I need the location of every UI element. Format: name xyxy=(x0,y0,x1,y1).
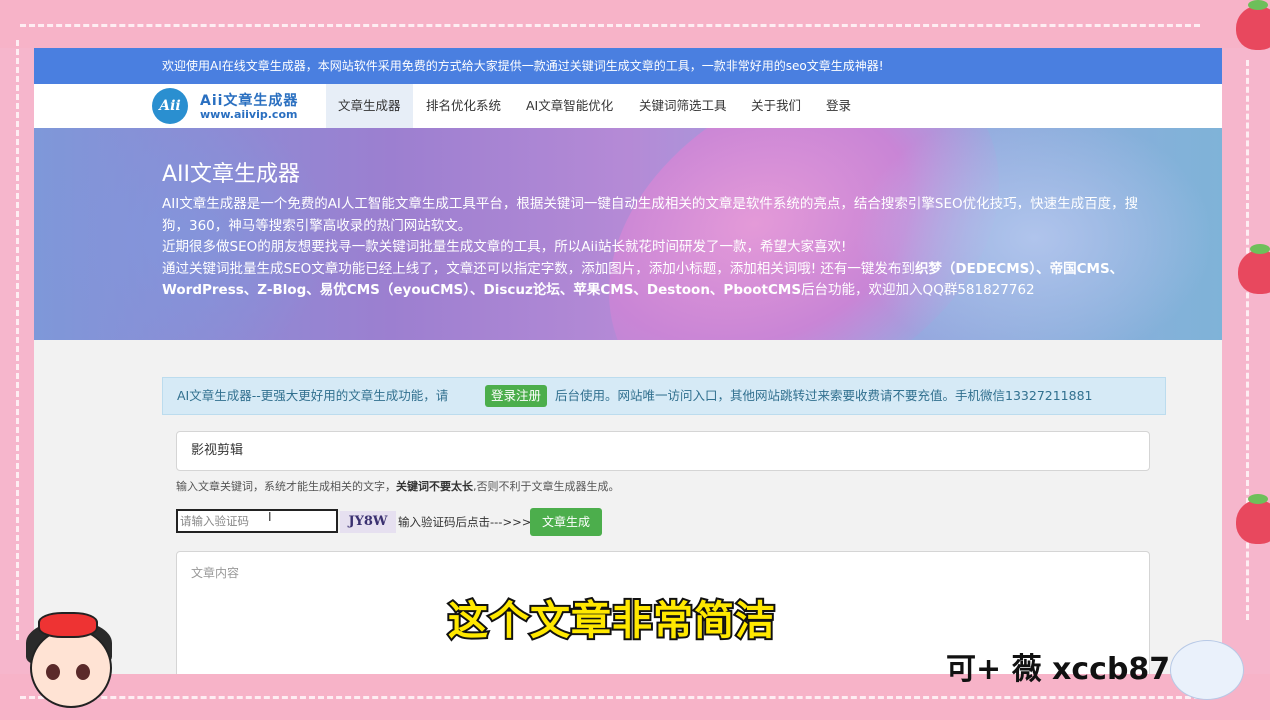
notice-alert: AI文章生成器--更强大更好用的文章生成功能，请 登录注册 后台使用。网站唯一访… xyxy=(162,377,1166,415)
hero-title: AII文章生成器 xyxy=(162,162,301,187)
site-logo-icon[interactable]: Aii xyxy=(152,88,188,124)
login-register-button[interactable]: 登录注册 xyxy=(485,385,548,407)
site-logo-title[interactable]: Aii文章生成器 xyxy=(200,90,298,110)
video-caption: 这个文章非常简洁 xyxy=(446,596,777,646)
main-navbar: Aii Aii文章生成器 www.aiivip.com 文章生成器 排名优化系统… xyxy=(34,84,1222,128)
text-cursor-icon: I xyxy=(268,510,272,524)
stitch-decoration xyxy=(20,696,1200,699)
notice-text-after: 后台使用。网站唯一访问入口，其他网站跳转过来索要收费请不要充值。手机微信1332… xyxy=(555,388,1093,403)
nav-item-login[interactable]: 登录 xyxy=(814,84,863,128)
browser-viewport: 欢迎使用AI在线文章生成器，本网站软件采用免费的方式给大家提供一款通过关键词生成… xyxy=(34,48,1222,674)
nav-item-keyword-tool[interactable]: 关键词筛选工具 xyxy=(627,84,739,128)
hero-paragraph-1: AII文章生成器是一个免费的AI人工智能文章生成工具平台，根据关键词一键自动生成… xyxy=(162,196,1139,234)
stitch-decoration xyxy=(20,24,1200,27)
hint-prefix: 输入文章关键词，系统才能生成相关的文字， xyxy=(176,480,396,493)
hero-p3-suffix: 后台功能，欢迎加入QQ群581827762 xyxy=(801,282,1035,298)
strawberry-icon xyxy=(1236,494,1270,544)
nav-item-article-generator[interactable]: 文章生成器 xyxy=(326,84,413,128)
hero-description: AII文章生成器是一个免费的AI人工智能文章生成工具平台，根据关键词一键自动生成… xyxy=(162,194,1162,302)
stitch-decoration xyxy=(16,40,19,640)
notice-text-before: AI文章生成器--更强大更好用的文章生成功能，请 xyxy=(177,388,449,403)
hint-bold: 关键词不要太长 xyxy=(396,480,473,493)
red-bow-icon xyxy=(38,612,98,638)
girl-eye xyxy=(46,664,60,680)
nav-item-ai-optimize[interactable]: AI文章智能优化 xyxy=(514,84,625,128)
captcha-input[interactable]: 请输入验证码 xyxy=(176,509,338,533)
strawberry-icon xyxy=(1238,244,1270,294)
hero-paragraph-2: 近期很多做SEO的朋友想要找寻一款关键词批量生成文章的工具，所以Aii站长就花时… xyxy=(162,239,847,255)
welcome-text: 欢迎使用AI在线文章生成器，本网站软件采用免费的方式给大家提供一款通过关键词生成… xyxy=(162,59,884,73)
hero-p3-prefix: 通过关键词批量生成SEO文章功能已经上线了，文章还可以指定字数，添加图片，添加小… xyxy=(162,260,915,277)
site-logo-domain[interactable]: www.aiivip.com xyxy=(200,108,297,121)
hint-suffix: ,否则不利于文章生成器生成。 xyxy=(473,480,620,493)
nav-item-ranking-system[interactable]: 排名优化系统 xyxy=(414,84,513,128)
hero-paragraph-3: 通过关键词批量生成SEO文章功能已经上线了，文章还可以指定字数，添加图片，添加小… xyxy=(162,259,1162,302)
captcha-hint: 输入验证码后点击--->>> xyxy=(398,515,532,529)
girl-eye xyxy=(76,664,90,680)
cartoon-girl-face xyxy=(30,628,112,708)
generate-article-button[interactable]: 文章生成 xyxy=(530,508,602,536)
welcome-banner: 欢迎使用AI在线文章生成器，本网站软件采用免费的方式给大家提供一款通过关键词生成… xyxy=(34,48,1222,84)
bunny-mascot-icon xyxy=(1170,640,1244,700)
content-placeholder: 文章内容 xyxy=(191,566,240,580)
keyword-input[interactable]: 影视剪辑 xyxy=(176,431,1150,471)
keyword-hint: 输入文章关键词，系统才能生成相关的文字，关键词不要太长,否则不利于文章生成器生成… xyxy=(176,478,620,494)
nav-item-about[interactable]: 关于我们 xyxy=(739,84,813,128)
captcha-image[interactable]: JY8W xyxy=(340,511,396,533)
strawberry-icon xyxy=(1236,0,1270,50)
